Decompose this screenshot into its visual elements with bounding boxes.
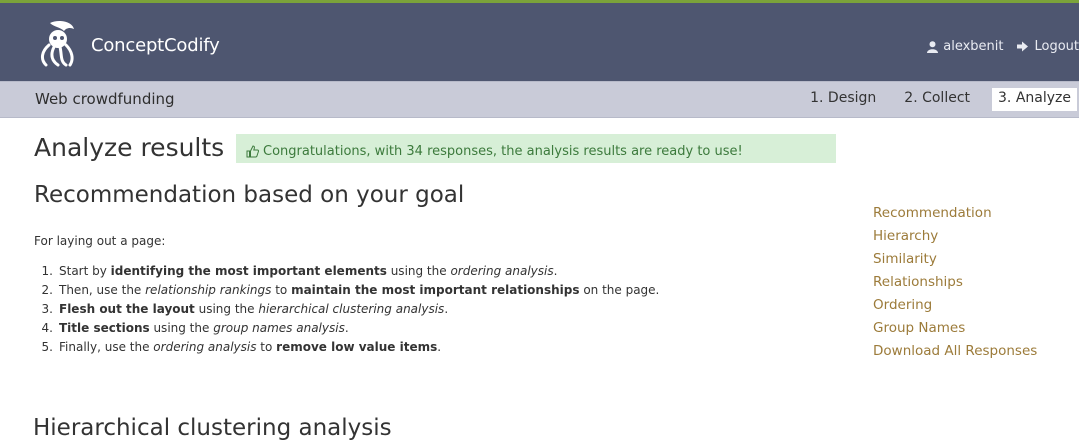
hierarchical-heading: Hierarchical clustering analysis: [33, 415, 392, 440]
user-icon: [927, 40, 939, 53]
workflow-steps: 1. Design 2. Collect 3. Analyze: [788, 88, 1077, 111]
recommendation-intro: For laying out a page:: [34, 234, 166, 248]
project-name: Web crowdfunding: [35, 90, 175, 108]
top-navbar: ConceptCodify alexbenit Logout: [0, 3, 1079, 81]
section-nav: Recommendation Hierarchy Similarity Rela…: [873, 202, 1037, 363]
logout-link[interactable]: Logout: [1017, 39, 1079, 54]
step-collect[interactable]: 2. Collect: [898, 88, 976, 111]
nav-link-recommendation[interactable]: Recommendation: [873, 202, 1037, 225]
recommendation-heading: Recommendation based on your goal: [34, 182, 465, 208]
nav-link-ordering[interactable]: Ordering: [873, 294, 1037, 317]
success-alert: Congratulations, with 34 responses, the …: [236, 134, 836, 163]
nav-link-group-names[interactable]: Group Names: [873, 317, 1037, 340]
sign-out-icon: [1017, 41, 1029, 52]
alert-text: Congratulations, with 34 responses, the …: [263, 144, 743, 159]
page-title: Analyze results: [34, 133, 225, 162]
nav-link-hierarchy[interactable]: Hierarchy: [873, 225, 1037, 248]
recommendation-steps: 1. Start by identifying the most importan…: [35, 262, 660, 357]
nav-link-relationships[interactable]: Relationships: [873, 271, 1037, 294]
step-design[interactable]: 1. Design: [804, 88, 882, 111]
brand-name[interactable]: ConceptCodify: [91, 35, 220, 56]
step-analyze[interactable]: 3. Analyze: [992, 88, 1077, 111]
octopus-logo-icon[interactable]: [36, 19, 78, 67]
logout-label: Logout: [1034, 39, 1079, 54]
user-menu: alexbenit Logout: [913, 39, 1079, 54]
list-item: 4. Title sections using the group names a…: [41, 321, 349, 335]
list-item: 2. Then, use the relationship rankings to…: [41, 283, 660, 297]
nav-link-similarity[interactable]: Similarity: [873, 248, 1037, 271]
user-link[interactable]: alexbenit: [927, 39, 1003, 54]
username: alexbenit: [943, 39, 1004, 54]
thumbs-up-icon: [246, 145, 259, 158]
nav-link-download-all-responses[interactable]: Download All Responses: [873, 340, 1037, 363]
list-item: 3. Flesh out the layout using the hierarc…: [41, 302, 449, 316]
list-item: 1. Start by identifying the most importan…: [41, 264, 558, 278]
list-item: 5. Finally, use the ordering analysis to …: [41, 340, 442, 354]
project-subnav: Web crowdfunding 1. Design 2. Collect 3.…: [0, 81, 1079, 118]
